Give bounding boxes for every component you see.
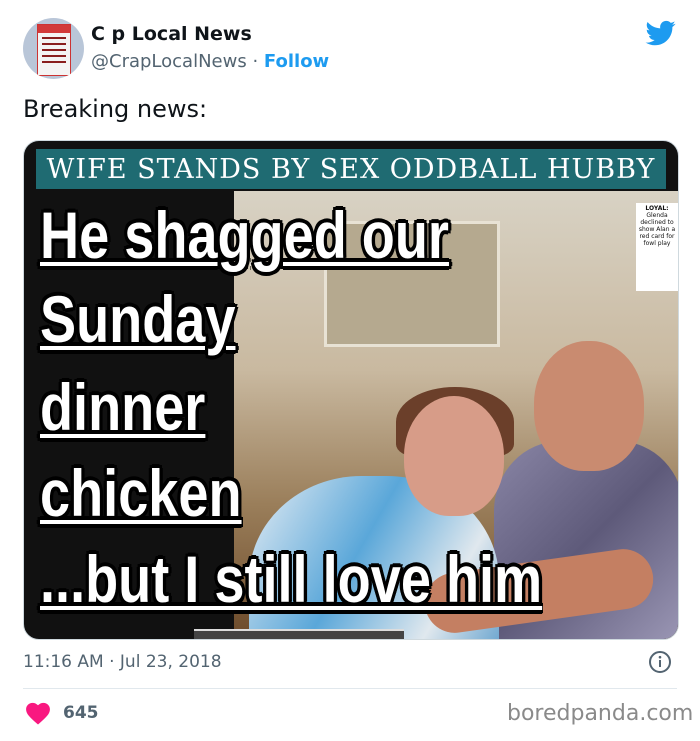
handle-row: @CrapLocalNews · Follow	[91, 51, 329, 72]
watermark: boredpanda.com	[507, 701, 694, 726]
headline-line-5: ...but I still love him	[40, 542, 543, 616]
photo-caption-body: Glenda declined to show Alan a red card …	[638, 212, 676, 247]
avatar[interactable]	[23, 18, 84, 79]
display-name[interactable]: C p Local News	[91, 23, 252, 45]
tweet-timestamp[interactable]: 11:16 AM · Jul 23, 2018	[23, 652, 222, 672]
photo-caption-head: LOYAL:	[645, 205, 669, 212]
separator: ·	[252, 51, 259, 72]
tweet-media-image[interactable]: WIFE STANDS BY SEX ODDBALL HUBBY LOYAL: …	[23, 140, 679, 640]
wife-head	[404, 396, 504, 516]
divider	[23, 688, 677, 689]
headline-line-4: chicken	[40, 456, 242, 530]
twitter-bird-icon[interactable]	[644, 18, 678, 48]
follow-button[interactable]: Follow	[264, 51, 329, 72]
headline-line-1: He shagged our	[40, 198, 449, 272]
man-head	[534, 341, 644, 471]
info-icon[interactable]	[648, 650, 672, 674]
headline-line-2: Sunday	[40, 282, 236, 356]
headline-line-3: dinner	[40, 370, 206, 444]
avatar-sign-image	[37, 24, 71, 76]
like-button[interactable]: 645	[25, 701, 99, 725]
newspaper-bottom-strip	[194, 629, 404, 639]
handle[interactable]: @CrapLocalNews	[91, 51, 247, 72]
tweet-text: Breaking news:	[23, 95, 208, 123]
like-count: 645	[63, 703, 99, 723]
newspaper-banner: WIFE STANDS BY SEX ODDBALL HUBBY	[36, 149, 666, 189]
photo-caption: LOYAL: Glenda declined to show Alan a re…	[636, 203, 678, 291]
heart-icon[interactable]	[25, 701, 51, 725]
